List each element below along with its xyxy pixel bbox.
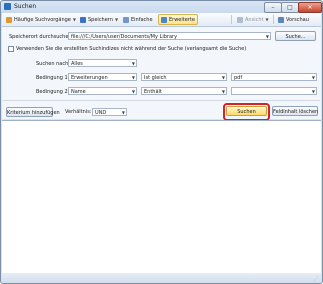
advanced-search-button[interactable]: Erweiterte [158, 14, 198, 25]
search-for-select[interactable]: Alles ▼ [68, 59, 137, 67]
simple-search-label: Einfache [131, 16, 153, 23]
toolbar-divider [231, 15, 232, 24]
maximize-button[interactable]: □ [281, 2, 299, 13]
relation-label: Verhältnis: [65, 109, 92, 115]
view-button[interactable]: Ansicht ▼ [237, 15, 269, 24]
recent-searches-label: Häufige Suchvorgänge [14, 16, 71, 23]
condition2-field-select[interactable]: Name ▼ [68, 87, 137, 95]
search-for-value: Alles [71, 61, 83, 67]
browse-label: Suche... [285, 34, 306, 40]
add-criterion-button[interactable]: Kriterium hinzufügen [6, 107, 60, 117]
chevron-down-icon: ▼ [311, 75, 315, 80]
toolbar-divider [273, 15, 274, 24]
chevron-down-icon: ▼ [265, 17, 269, 22]
preview-icon [278, 16, 284, 23]
relation-value: UND [95, 110, 107, 116]
add-criterion-label: Kriterium hinzufügen [7, 110, 60, 116]
condition1-operator-select[interactable]: Ist gleich ▼ [141, 73, 227, 81]
advanced-search-icon [161, 16, 167, 23]
clear-fields-label: Feldinhalt löschen [273, 109, 319, 115]
browse-button[interactable]: Suche... [275, 31, 316, 41]
chevron-down-icon: ▼ [131, 75, 135, 80]
recent-searches-button[interactable]: Häufige Suchvorgänge ▼ [6, 15, 76, 24]
window-title: Suchen [14, 3, 37, 10]
resize-grip-icon[interactable]: ⋰ [314, 276, 319, 282]
chevron-down-icon: ▼ [114, 17, 119, 22]
search-location-value: file:///C:/Users/user/Documents/My Libra… [71, 34, 178, 40]
condition1-field-select[interactable]: Erweiterungen ▼ [68, 73, 137, 81]
close-icon: ✕ [307, 4, 313, 11]
skip-index-checkbox[interactable] [8, 46, 14, 52]
condition2-operator-value: Enthält [144, 89, 162, 95]
view-icon [237, 16, 243, 23]
search-button-label: Suchen [237, 109, 256, 115]
history-icon [6, 16, 12, 23]
chevron-down-icon: ▼ [265, 34, 269, 39]
search-button[interactable]: Suchen [226, 106, 267, 116]
view-label: Ansicht [245, 16, 264, 23]
minimize-icon: – [271, 4, 275, 11]
simple-search-button[interactable]: Einfache [123, 15, 153, 24]
results-area[interactable] [2, 120, 321, 273]
condition1-value-field[interactable]: pdf ▼ [231, 73, 317, 81]
condition2-value-field[interactable]: ▼ [231, 87, 317, 95]
search-location-field[interactable]: file:///C:/Users/user/Documents/My Libra… [68, 32, 271, 40]
condition1-operator-value: Ist gleich [144, 75, 167, 81]
minimize-button[interactable]: – [264, 2, 282, 13]
preview-button[interactable]: Vorschau [278, 15, 309, 24]
search-location-label: Speicherort durchsuchen [9, 34, 72, 40]
chevron-down-icon: ▼ [311, 89, 315, 94]
maximize-icon: □ [287, 4, 293, 11]
save-label: Speichern [88, 16, 113, 23]
relation-select[interactable]: UND ▼ [92, 108, 127, 116]
status-bar: ⋰ [2, 273, 321, 283]
condition2-field-value: Name [71, 89, 86, 95]
save-button[interactable]: Speichern ▼ [80, 15, 118, 24]
chevron-down-icon: ▼ [131, 61, 135, 66]
close-button[interactable]: ✕ [298, 2, 322, 13]
skip-index-label: Verwenden Sie die erstellten Suchindizes… [16, 46, 247, 52]
title-bar: Suchen – □ ✕ [1, 1, 322, 13]
app-icon [4, 3, 11, 10]
chevron-down-icon: ▼ [221, 75, 225, 80]
chevron-down-icon: ▼ [221, 89, 225, 94]
save-icon [80, 16, 86, 23]
condition2-operator-select[interactable]: Enthält ▼ [141, 87, 227, 95]
chevron-down-icon: ▼ [131, 89, 135, 94]
condition1-field-value: Erweiterungen [71, 75, 108, 81]
search-for-label: Suchen nach: [36, 61, 70, 67]
search-window: Suchen – □ ✕ Häufige Suchvorgänge ▼ Spei… [0, 0, 323, 284]
condition1-label: Bedingung 1 [36, 75, 68, 81]
condition1-value: pdf [234, 75, 243, 81]
advanced-search-label: Erweiterte [169, 16, 195, 23]
chevron-down-icon: ▼ [72, 17, 76, 22]
simple-search-icon [123, 16, 129, 23]
preview-label: Vorschau [286, 16, 309, 23]
toolbar: Häufige Suchvorgänge ▼ Speichern ▼ Einfa… [2, 13, 321, 27]
chevron-down-icon: ▼ [121, 110, 125, 115]
clear-fields-button[interactable]: Feldinhalt löschen [272, 106, 318, 116]
condition2-label: Bedingung 2 [36, 89, 68, 95]
divider [3, 100, 320, 101]
